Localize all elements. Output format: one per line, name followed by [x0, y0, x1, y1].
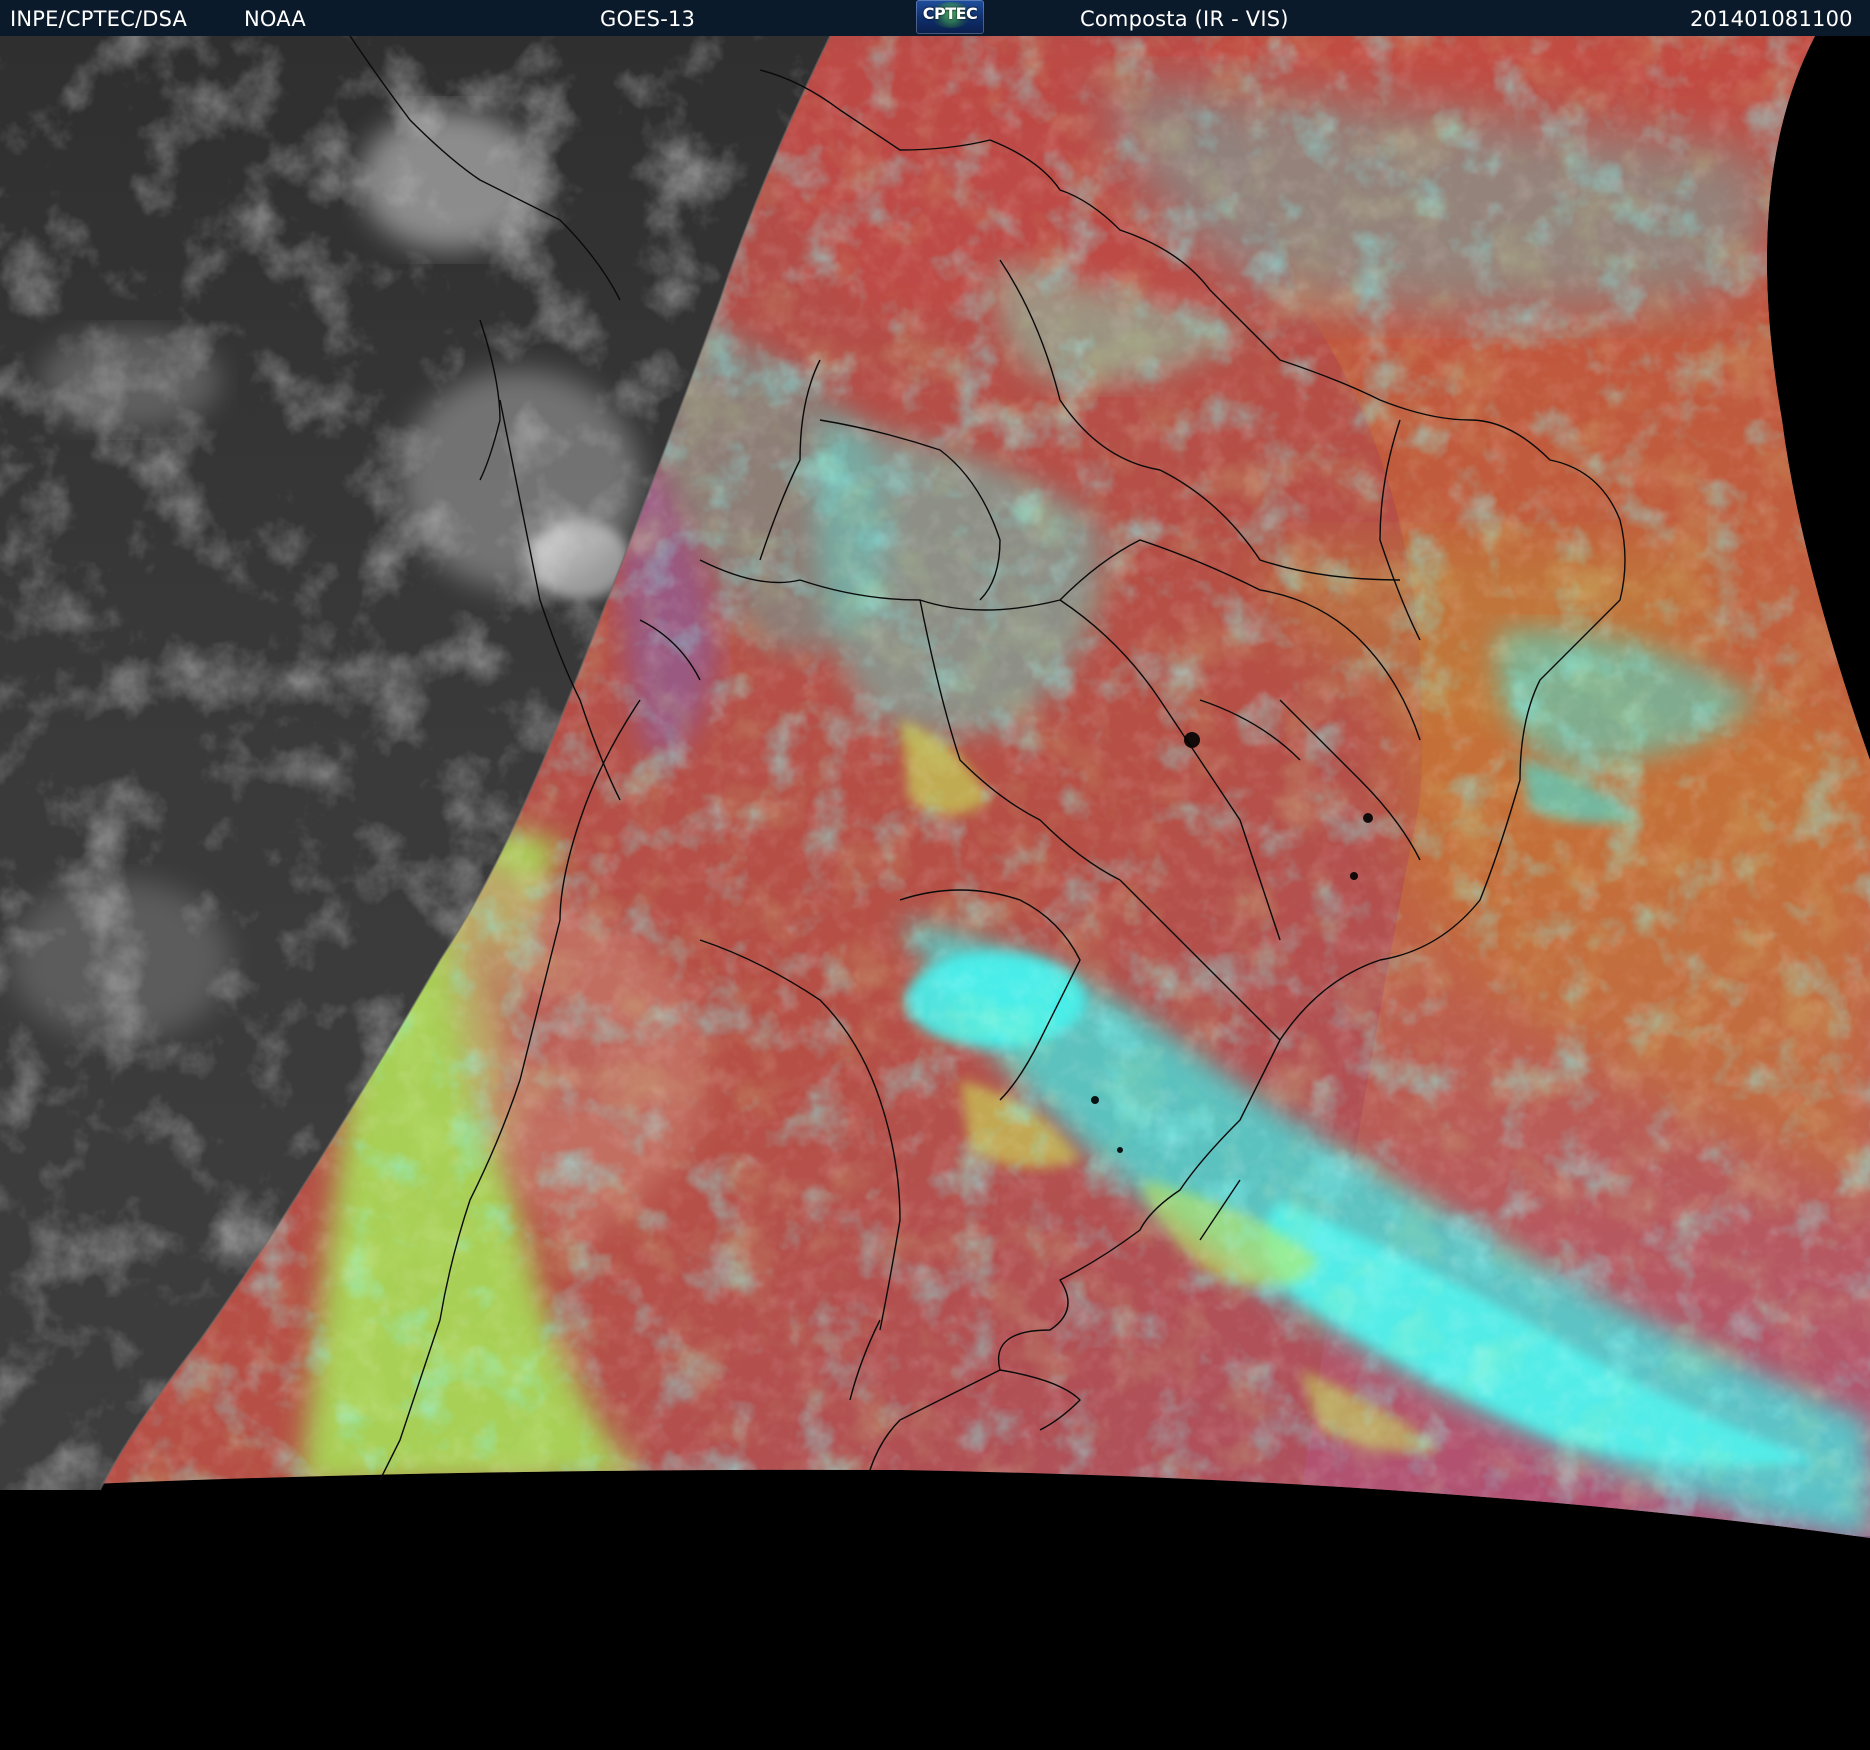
timestamp-label: 201401081100 — [1690, 7, 1853, 31]
logo-text: CPTEC — [922, 4, 978, 23]
satellite-composite-image — [0, 36, 1870, 1750]
product-label: Composta (IR - VIS) — [1080, 7, 1289, 31]
agency-label: NOAA — [244, 7, 306, 31]
cptec-logo: CPTEC — [916, 0, 984, 34]
source-label: INPE/CPTEC/DSA — [10, 7, 188, 31]
header-bar: INPE/CPTEC/DSA NOAA GOES-13 CPTEC Compos… — [0, 0, 1870, 36]
satellite-label: GOES-13 — [600, 7, 696, 31]
